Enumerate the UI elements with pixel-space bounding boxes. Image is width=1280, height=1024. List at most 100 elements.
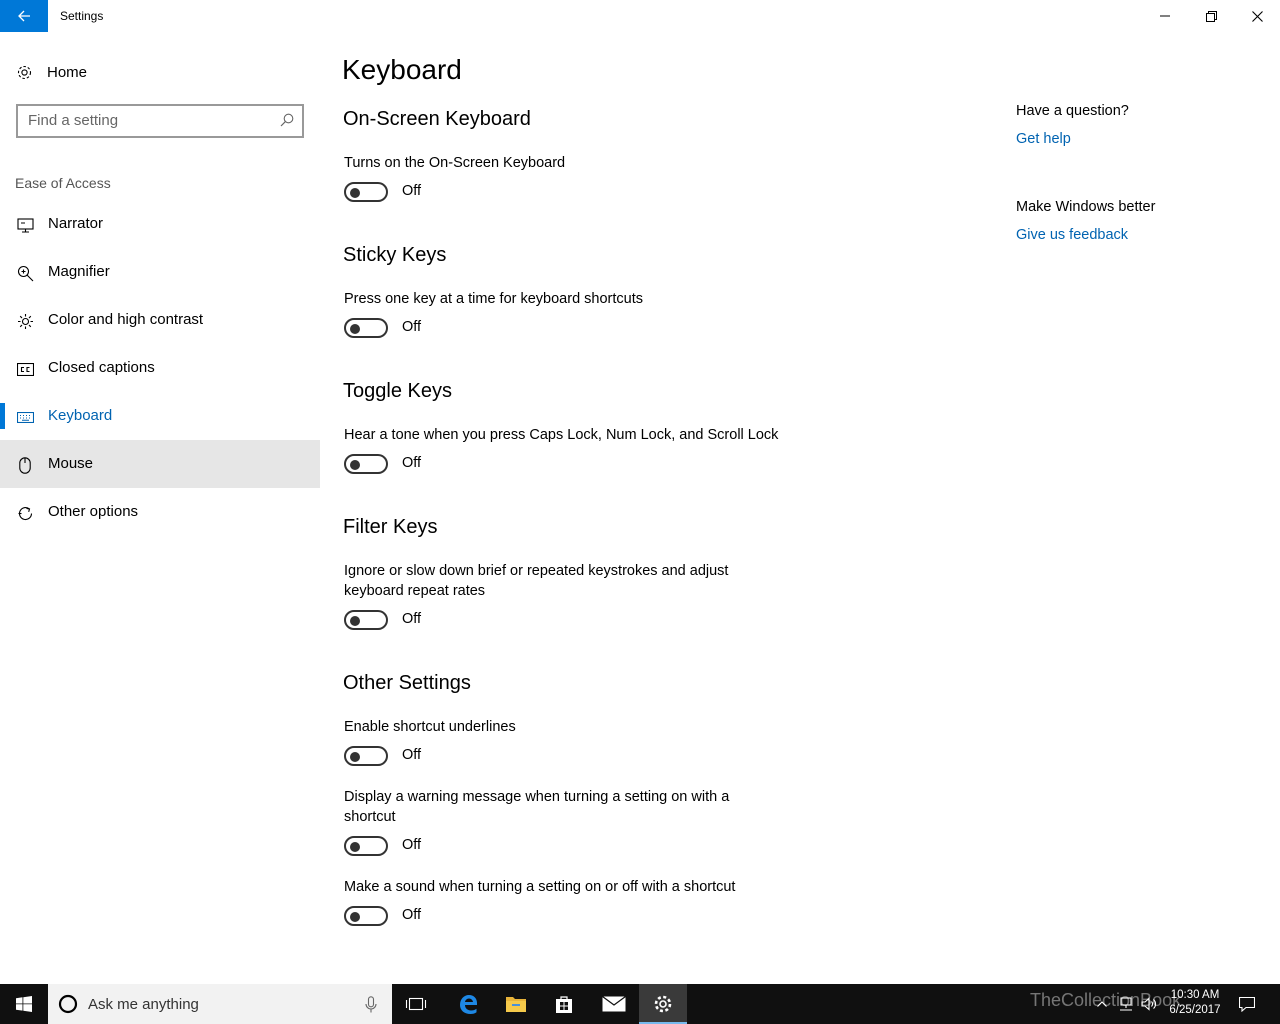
brightness-icon bbox=[16, 312, 34, 330]
toggle-knob bbox=[350, 912, 360, 922]
sidebar-item-other-options[interactable]: Other options bbox=[0, 488, 320, 536]
on-screen-keyboard-toggle[interactable]: Off bbox=[344, 182, 421, 202]
sidebar-item-label: Narrator bbox=[48, 215, 104, 232]
sidebar-item-label: Magnifier bbox=[48, 263, 110, 280]
setting-description: Make a sound when turning a setting on o… bbox=[344, 879, 736, 895]
restore-icon bbox=[1205, 10, 1217, 22]
toggle-knob bbox=[350, 616, 360, 626]
sidebar-item-label: Color and high contrast bbox=[48, 311, 204, 328]
toggle-state: Off bbox=[402, 837, 422, 853]
setting-description: Display a warning message when turning a… bbox=[344, 789, 730, 825]
sidebar-item-keyboard[interactable]: Keyboard bbox=[0, 392, 320, 440]
mail-icon bbox=[602, 996, 626, 1012]
gear-icon bbox=[654, 995, 672, 1013]
action-center-button[interactable] bbox=[1234, 984, 1260, 1024]
sticky-keys-toggle[interactable]: Off bbox=[344, 318, 421, 338]
selection-indicator bbox=[0, 403, 5, 429]
section-title-sticky-keys: Sticky Keys bbox=[343, 244, 447, 266]
edge-browser-button[interactable] bbox=[444, 984, 492, 1024]
windows-logo-icon bbox=[16, 996, 32, 1012]
minimize-button[interactable] bbox=[1142, 0, 1188, 32]
section-label: Ease of Access bbox=[15, 175, 111, 191]
feedback-heading: Make Windows better bbox=[1016, 199, 1156, 215]
toggle-keys-toggle[interactable]: Off bbox=[344, 454, 421, 474]
sidebar-item-mouse[interactable]: Mouse bbox=[0, 440, 320, 488]
start-button[interactable] bbox=[0, 984, 48, 1024]
task-view-button[interactable] bbox=[392, 984, 440, 1024]
toggle-knob bbox=[350, 842, 360, 852]
minimize-icon bbox=[1160, 15, 1170, 17]
filter-keys-toggle[interactable]: Off bbox=[344, 610, 421, 630]
mouse-icon bbox=[16, 456, 34, 474]
toggle-knob bbox=[350, 188, 360, 198]
toggle-state: Off bbox=[402, 183, 422, 199]
tray-overflow-button[interactable] bbox=[1092, 984, 1112, 1024]
volume-icon bbox=[1141, 997, 1156, 1011]
shortcut-underlines-toggle[interactable]: Off bbox=[344, 746, 421, 766]
back-button[interactable] bbox=[0, 0, 48, 32]
app-title: Settings bbox=[60, 9, 104, 23]
toggle-knob bbox=[350, 460, 360, 470]
title-bar: Settings bbox=[0, 0, 1280, 32]
store-icon bbox=[556, 996, 572, 1013]
toggle-state: Off bbox=[402, 747, 422, 763]
store-button[interactable] bbox=[540, 984, 588, 1024]
setting-description: Turns on the On-Screen Keyboard bbox=[344, 155, 566, 171]
setting-description: Press one key at a time for keyboard sho… bbox=[344, 291, 643, 307]
clock-time: 10:30 AM bbox=[1170, 989, 1220, 1001]
home-label: Home bbox=[47, 64, 88, 81]
sidebar-item-magnifier[interactable]: Magnifier bbox=[0, 248, 320, 296]
mail-button[interactable] bbox=[590, 984, 638, 1024]
keyboard-icon bbox=[16, 408, 34, 426]
section-title-filter-keys: Filter Keys bbox=[343, 516, 438, 538]
taskbar: TheCollectionBook 10:30 AM 6/25/2017 bbox=[0, 984, 1280, 1024]
network-icon bbox=[1120, 997, 1132, 1011]
toggle-state: Off bbox=[402, 907, 422, 923]
task-view-icon bbox=[405, 997, 427, 1011]
edge-icon bbox=[460, 995, 477, 1014]
shortcut-sound-toggle[interactable]: Off bbox=[344, 906, 421, 926]
search-box[interactable] bbox=[16, 104, 304, 138]
question-heading: Have a question? bbox=[1016, 103, 1129, 119]
back-arrow-icon bbox=[18, 10, 30, 22]
microphone-icon[interactable] bbox=[365, 996, 377, 1018]
section-title-other-settings: Other Settings bbox=[343, 672, 471, 694]
cortana-search-box[interactable] bbox=[48, 984, 392, 1024]
toggle-state: Off bbox=[402, 611, 422, 627]
toggle-knob bbox=[350, 752, 360, 762]
restore-button[interactable] bbox=[1188, 0, 1234, 32]
folder-icon bbox=[506, 997, 526, 1012]
home-nav-item[interactable]: Home bbox=[0, 56, 320, 90]
search-icon bbox=[280, 113, 294, 132]
narrator-icon bbox=[16, 216, 34, 234]
sidebar-item-label: Other options bbox=[48, 503, 139, 520]
toggle-knob bbox=[350, 324, 360, 334]
settings-app-button[interactable] bbox=[639, 984, 687, 1024]
toggle-state: Off bbox=[402, 455, 422, 471]
closed-captions-icon bbox=[16, 360, 34, 378]
toggle-state: Off bbox=[402, 319, 422, 335]
sidebar-item-label: Mouse bbox=[48, 455, 94, 472]
give-feedback-link[interactable]: Give us feedback bbox=[1016, 227, 1128, 243]
gear-icon bbox=[16, 64, 33, 86]
cortana-icon bbox=[58, 994, 78, 1019]
volume-button[interactable] bbox=[1138, 984, 1160, 1024]
taskbar-clock[interactable]: 10:30 AM 6/25/2017 bbox=[1158, 988, 1232, 1018]
close-button[interactable] bbox=[1234, 0, 1280, 32]
page-title: Keyboard bbox=[342, 54, 462, 85]
section-title-on-screen-keyboard: On-Screen Keyboard bbox=[343, 108, 531, 130]
network-button[interactable] bbox=[1114, 984, 1138, 1024]
sidebar-item-narrator[interactable]: Narrator bbox=[0, 200, 320, 248]
clock-date: 6/25/2017 bbox=[1169, 1004, 1221, 1016]
get-help-link[interactable]: Get help bbox=[1016, 131, 1071, 147]
file-explorer-button[interactable] bbox=[492, 984, 540, 1024]
sidebar-item-label: Keyboard bbox=[48, 407, 113, 424]
cortana-search-input[interactable] bbox=[88, 984, 348, 1024]
sidebar-item-color-and-high-contrast[interactable]: Color and high contrast bbox=[0, 296, 320, 344]
magnifier-icon bbox=[16, 264, 34, 282]
sidebar-item-closed-captions[interactable]: Closed captions bbox=[0, 344, 320, 392]
setting-description: Enable shortcut underlines bbox=[344, 719, 516, 735]
warning-message-toggle[interactable]: Off bbox=[344, 836, 421, 856]
search-input[interactable] bbox=[28, 106, 278, 134]
chevron-up-icon bbox=[1097, 1001, 1107, 1007]
